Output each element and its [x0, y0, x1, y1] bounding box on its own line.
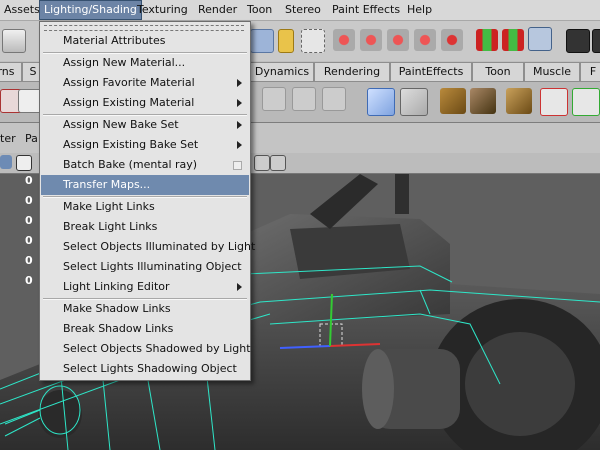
menu-item-label: Transfer Maps...: [63, 178, 151, 191]
menu-item-label: Light Linking Editor: [63, 280, 170, 293]
channel-value-6: 0: [25, 274, 33, 287]
tab-painteffects[interactable]: PaintEffects: [390, 62, 472, 81]
render-current-icon[interactable]: [592, 29, 600, 53]
render-view-icon[interactable]: [566, 29, 590, 53]
menu-item-assign-new-material[interactable]: Assign New Material...: [41, 53, 249, 73]
menu-texturing[interactable]: Texturing: [133, 0, 192, 20]
menu-item-make-shadow-links[interactable]: Make Shadow Links: [41, 299, 249, 319]
menu-item-label: Assign New Bake Set: [63, 118, 179, 131]
menu-item-break-light-links[interactable]: Break Light Links: [41, 217, 249, 237]
magnet-snap-point-icon[interactable]: [387, 29, 409, 51]
channel-value-1: 0: [25, 174, 33, 187]
menu-item-label: Make Light Links: [63, 200, 155, 213]
magnet-snap-plane-icon[interactable]: [414, 29, 436, 51]
submenu-arrow-icon: [237, 141, 242, 149]
menu-item-label: Break Light Links: [63, 220, 158, 233]
menu-item-break-shadow-links[interactable]: Break Shadow Links: [41, 319, 249, 339]
menu-item-label: Assign Existing Material: [63, 96, 195, 109]
magnet-snap-live-icon[interactable]: [441, 29, 463, 51]
tab-dynamics[interactable]: Dynamics: [250, 62, 314, 81]
lighting-shading-menu: Material Attributes Assign New Material.…: [39, 21, 255, 381]
tab-muscle[interactable]: Muscle: [524, 62, 580, 81]
menu-item-label: Assign Existing Bake Set: [63, 138, 199, 151]
menu-item-label: Select Lights Shadowing Object: [63, 362, 237, 375]
grid-snap-icon[interactable]: [2, 29, 26, 53]
menu-item-assign-existing-bake-set[interactable]: Assign Existing Bake Set: [41, 135, 249, 155]
lock-icon[interactable]: [278, 29, 294, 53]
menu-item-batch-bake[interactable]: Batch Bake (mental ray): [41, 155, 249, 175]
menu-item-assign-favorite-material[interactable]: Assign Favorite Material: [41, 73, 249, 93]
menu-item-select-lights-illuminating[interactable]: Select Lights Illuminating Object: [41, 257, 249, 277]
magnet-snap-grid-icon[interactable]: [333, 29, 355, 51]
menu-item-label: Assign New Material...: [63, 56, 186, 69]
menu-item-assign-existing-material[interactable]: Assign Existing Material: [41, 93, 249, 113]
submenu-arrow-icon: [237, 283, 242, 291]
panel-menu-label-2[interactable]: Pa: [25, 132, 38, 145]
text-t-icon[interactable]: [16, 155, 32, 171]
menu-item-label: Select Objects Shadowed by Light: [63, 342, 251, 355]
panel-menu-label-1[interactable]: ter: [0, 132, 16, 145]
submenu-arrow-icon: [237, 121, 242, 129]
submenu-arrow-icon: [237, 99, 242, 107]
channel-value-2: 0: [25, 194, 33, 207]
menu-item-light-linking-editor[interactable]: Light Linking Editor: [41, 277, 249, 297]
menu-item-material-attributes[interactable]: Material Attributes: [41, 31, 249, 51]
tab-fluids[interactable]: F: [580, 62, 600, 81]
menu-item-select-lights-shadowing[interactable]: Select Lights Shadowing Object: [41, 359, 249, 379]
shelf-plane-icon[interactable]: [440, 88, 466, 114]
option-box-icon[interactable]: [233, 161, 242, 170]
output-connections-icon[interactable]: [502, 29, 524, 51]
shelf-fields-icon[interactable]: [262, 87, 286, 111]
menu-item-label: Material Attributes: [63, 34, 166, 47]
shelf-deformer-icon[interactable]: [470, 88, 496, 114]
menu-render[interactable]: Render: [194, 0, 241, 20]
menu-paint-effects[interactable]: Paint Effects: [328, 0, 404, 20]
menu-item-label: Make Shadow Links: [63, 302, 171, 315]
menu-item-label: Assign Favorite Material: [63, 76, 195, 89]
submenu-arrow-icon: [237, 79, 242, 87]
menu-help[interactable]: Help: [403, 0, 436, 20]
menu-item-label: Break Shadow Links: [63, 322, 174, 335]
menu-toon[interactable]: Toon: [243, 0, 276, 20]
shelf-lattice-icon[interactable]: [367, 88, 395, 116]
menubar: Assets Lighting/Shading Texturing Render…: [0, 0, 600, 21]
channel-value-3: 0: [25, 214, 33, 227]
channel-value-4: 0: [25, 234, 33, 247]
menu-stereo[interactable]: Stereo: [281, 0, 325, 20]
shelf-fields2-icon[interactable]: [292, 87, 316, 111]
menu-item-label: Batch Bake (mental ray): [63, 158, 198, 171]
menu-item-make-light-links[interactable]: Make Light Links: [41, 197, 249, 217]
shelf-group-icon[interactable]: [572, 88, 600, 116]
menu-item-assign-new-bake-set[interactable]: Assign New Bake Set: [41, 115, 249, 135]
channel-value-5: 0: [25, 254, 33, 267]
menu-item-label: Select Lights Illuminating Object: [63, 260, 242, 273]
menu-item-label: Select Objects Illuminated by Light: [63, 240, 256, 253]
shelf-fields3-icon[interactable]: [322, 87, 346, 111]
magnet-snap-curve-icon[interactable]: [360, 29, 382, 51]
tab-rendering[interactable]: Rendering: [314, 62, 390, 81]
shelf-curve-icon[interactable]: [400, 88, 428, 116]
shelf-box-icon[interactable]: [506, 88, 532, 114]
menu-item-transfer-maps[interactable]: Transfer Maps...: [41, 175, 249, 195]
menu-item-select-objects-shadowed[interactable]: Select Objects Shadowed by Light: [41, 339, 251, 359]
menu-assets[interactable]: Assets: [0, 0, 44, 20]
construction-history-icon[interactable]: [528, 27, 552, 51]
select-region-icon[interactable]: [301, 29, 325, 53]
tab-toon[interactable]: Toon: [472, 62, 524, 81]
shelf-transform-icon[interactable]: [540, 88, 568, 116]
menu-item-select-objects-illuminated[interactable]: Select Objects Illuminated by Light: [41, 237, 255, 257]
panel-frame-icon[interactable]: [254, 155, 270, 171]
tab-polygons[interactable]: rns: [0, 62, 22, 81]
panel-view-icon[interactable]: [0, 155, 12, 169]
menu-lighting-shading[interactable]: Lighting/Shading: [39, 0, 142, 20]
input-connections-icon[interactable]: [476, 29, 498, 51]
panel-share-icon[interactable]: [270, 155, 286, 171]
select-mode-icon[interactable]: [250, 29, 274, 53]
